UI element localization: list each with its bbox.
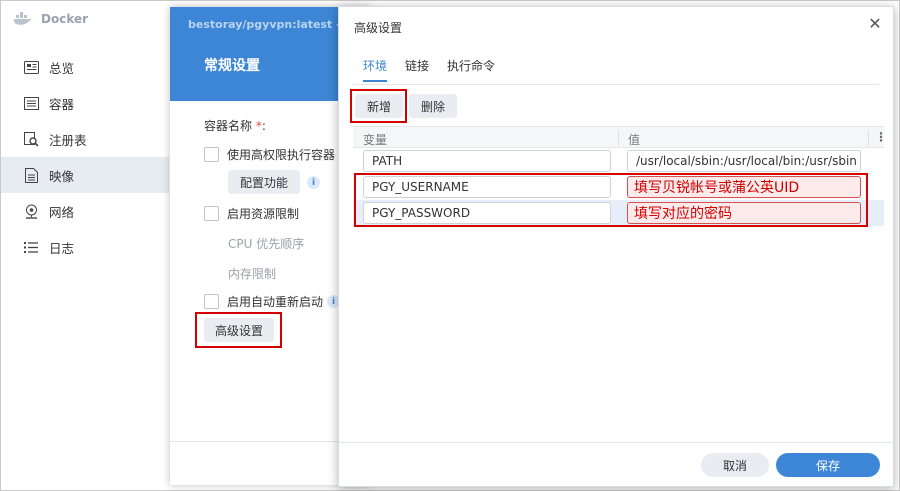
overview-icon <box>23 59 39 75</box>
column-divider[interactable] <box>868 130 869 146</box>
resource-limit-checkbox[interactable] <box>204 206 219 221</box>
delete-button[interactable]: 删除 <box>409 94 457 118</box>
resource-limit-label: 启用资源限制 <box>227 207 300 221</box>
wizard-title: 常规设置 <box>204 58 260 74</box>
column-menu-icon[interactable]: ⋮ <box>875 130 887 144</box>
column-header-variable[interactable]: 变量 <box>363 131 387 148</box>
variable-value-field[interactable]: /usr/local/sbin:/usr/local/bin:/usr/sbin <box>627 150 861 172</box>
table-header: 变量 值 ⋮ <box>353 126 887 148</box>
table-row[interactable]: PGY_PASSWORD 填写对应的密码 <box>353 200 884 226</box>
tab-environment[interactable]: 环境 <box>363 57 388 82</box>
sidebar-item-label: 网络 <box>49 204 75 220</box>
sidebar-item-label: 映像 <box>49 168 75 184</box>
divider <box>353 84 879 85</box>
table-row[interactable]: PGY_USERNAME 填写贝锐帐号或蒲公英UID <box>353 174 884 200</box>
sidebar-item-label: 注册表 <box>49 132 87 148</box>
log-icon <box>23 239 39 255</box>
environment-variables-table: 变量 值 ⋮ PATH /usr/local/sbin:/usr/local/b… <box>353 126 887 226</box>
variable-value-field[interactable]: 填写贝锐帐号或蒲公英UID <box>627 176 861 198</box>
docker-whale-icon <box>13 12 33 26</box>
column-header-value[interactable]: 值 <box>628 131 640 148</box>
app-title-bar: Docker <box>1 1 171 37</box>
advanced-settings-dialog: 高级设置 ✕ 环境 链接 执行命令 新增 删除 变量 值 ⋮ PATH /usr… <box>338 6 894 487</box>
variable-name-field[interactable]: PGY_USERNAME <box>363 176 611 198</box>
privileged-checkbox[interactable] <box>204 147 219 162</box>
table-row[interactable]: PATH /usr/local/sbin:/usr/local/bin:/usr… <box>353 148 884 174</box>
privileged-option[interactable]: 使用高权限执行容器 <box>204 146 335 163</box>
info-icon[interactable]: i <box>307 176 320 189</box>
close-icon[interactable]: ✕ <box>867 14 883 33</box>
tab-links[interactable]: 链接 <box>405 57 429 82</box>
advanced-settings-button[interactable]: 高级设置 <box>204 318 274 342</box>
auto-restart-checkbox[interactable] <box>204 294 219 309</box>
container-name-label: 容器名称 *: <box>204 119 266 133</box>
divider <box>339 442 893 443</box>
dialog-title: 高级设置 <box>354 21 403 35</box>
sidebar-item-image[interactable]: 映像 <box>1 157 169 193</box>
registry-icon <box>23 131 39 147</box>
tab-bar: 环境 链接 执行命令 <box>363 57 495 82</box>
cpu-priority-label: CPU 优先顺序 <box>228 237 305 251</box>
auto-restart-label: 启用自动重新启动 <box>227 295 324 309</box>
variable-name-field[interactable]: PGY_PASSWORD <box>363 202 611 224</box>
sidebar-item-network[interactable]: 网络 <box>1 193 169 229</box>
sidebar-item-container[interactable]: 容器 <box>1 85 169 121</box>
configure-capabilities-button[interactable]: 配置功能 <box>228 170 300 194</box>
column-divider[interactable] <box>618 130 619 146</box>
resource-limit-option[interactable]: 启用资源限制 <box>204 205 299 222</box>
sidebar-item-log[interactable]: 日志 <box>1 229 169 265</box>
memory-limit-label: 内存限制 <box>228 267 277 281</box>
auto-restart-option[interactable]: 启用自动重新启动 <box>204 293 323 310</box>
privileged-label: 使用高权限执行容器 <box>227 148 336 162</box>
sidebar: 总览 容器 注册表 映像 网络 日志 <box>1 49 169 265</box>
sidebar-item-overview[interactable]: 总览 <box>1 49 169 85</box>
variable-name-field[interactable]: PATH <box>363 150 611 172</box>
save-button[interactable]: 保存 <box>776 453 880 477</box>
add-button[interactable]: 新增 <box>355 94 403 118</box>
variable-value-field[interactable]: 填写对应的密码 <box>627 202 861 224</box>
image-icon <box>23 167 39 183</box>
tab-execute-command[interactable]: 执行命令 <box>447 57 495 82</box>
container-icon <box>23 95 39 111</box>
sidebar-item-registry[interactable]: 注册表 <box>1 121 169 157</box>
network-icon <box>23 203 39 219</box>
sidebar-item-label: 日志 <box>49 240 75 256</box>
wizard-breadcrumb: bestoray/pgyvpn:latest - <box>188 18 341 31</box>
sidebar-item-label: 容器 <box>49 96 75 112</box>
sidebar-item-label: 总览 <box>49 60 75 76</box>
app-title: Docker <box>41 12 89 26</box>
cancel-button[interactable]: 取消 <box>701 453 769 477</box>
